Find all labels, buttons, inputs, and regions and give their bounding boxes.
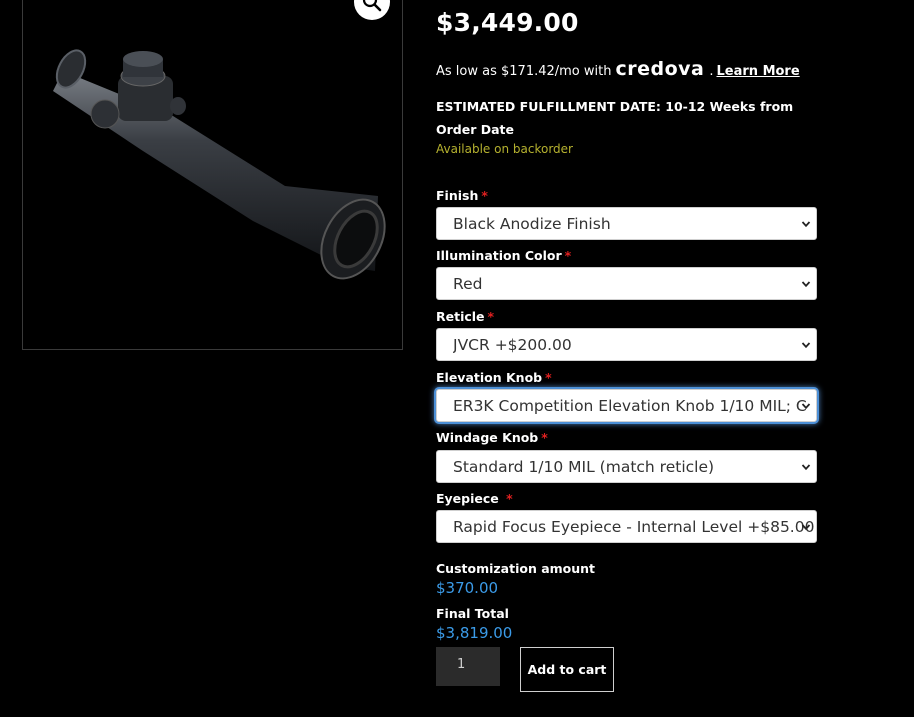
reticle-label-text: Reticle [436, 309, 485, 324]
add-to-cart-button[interactable]: Add to cart [520, 647, 614, 692]
required-marker: * [541, 430, 548, 445]
rifle-scope-image [53, 49, 386, 280]
chevron-down-icon [801, 523, 811, 530]
eyepiece-label-text: Eyepiece [436, 491, 504, 506]
availability-status: Available on backorder [436, 142, 573, 156]
illumination-color-label: Illumination Color * [436, 248, 571, 263]
windage-knob-label: Windage Knob * [436, 430, 548, 445]
windage-knob-select-value: Standard 1/10 MIL (match reticle) [453, 457, 715, 476]
product-price: $3,449.00 [436, 8, 579, 37]
eyepiece-select[interactable]: Rapid Focus Eyepiece - Internal Level +$… [436, 510, 817, 543]
finish-label: Finish * [436, 188, 488, 203]
finish-select-value: Black Anodize Finish [453, 214, 611, 233]
quantity-input[interactable]: 1 [436, 647, 500, 686]
eyepiece-select-value: Rapid Focus Eyepiece - Internal Level +$… [453, 517, 815, 536]
required-marker: * [545, 370, 552, 385]
windage-knob-label-text: Windage Knob [436, 430, 539, 445]
financing-separator: . [709, 64, 714, 79]
elevation-knob-label: Elevation Knob * [436, 370, 552, 385]
eyepiece-label: Eyepiece * [436, 491, 513, 506]
chevron-down-icon [801, 280, 811, 287]
product-page: $3,449.00 As low as $171.42/mo with cred… [0, 0, 914, 717]
illumination-color-label-text: Illumination Color [436, 248, 562, 263]
illumination-color-select[interactable]: Red [436, 267, 817, 300]
reticle-select-value: JVCR +$200.00 [453, 335, 572, 354]
customization-amount-label: Customization amount [436, 561, 596, 576]
financing-text: As low as $171.42/mo with [436, 64, 612, 79]
required-marker: * [564, 248, 572, 263]
chevron-down-icon [801, 341, 811, 348]
finish-select[interactable]: Black Anodize Finish [436, 207, 817, 240]
windage-knob-select[interactable]: Standard 1/10 MIL (match reticle) [436, 450, 817, 483]
required-marker: * [487, 309, 495, 324]
final-total-value: $3,819.00 [436, 624, 513, 642]
credova-logo: credova [615, 58, 705, 80]
chevron-down-icon [801, 463, 811, 470]
chevron-down-icon [801, 220, 811, 227]
elevation-knob-label-text: Elevation Knob [436, 370, 543, 385]
magnifier-icon [362, 0, 382, 12]
reticle-label: Reticle * [436, 309, 494, 324]
customization-amount-value: $370.00 [436, 579, 499, 597]
financing-line: As low as $171.42/mo with credova . Lear… [436, 58, 800, 80]
finish-label-text: Finish [436, 188, 479, 203]
elevation-knob-select-value: ER3K Competition Elevation Knob 1/10 MIL… [453, 396, 807, 415]
illumination-color-select-value: Red [453, 274, 483, 293]
chevron-down-icon [801, 402, 811, 409]
final-total-label: Final Total [436, 606, 509, 621]
learn-more-link[interactable]: Learn More [717, 64, 800, 79]
required-marker: * [481, 188, 488, 203]
product-image-frame [22, 0, 403, 350]
reticle-select[interactable]: JVCR +$200.00 [436, 328, 817, 361]
elevation-knob-select[interactable]: ER3K Competition Elevation Knob 1/10 MIL… [436, 389, 817, 422]
fulfillment-date: ESTIMATED FULFILLMENT DATE: 10-12 Weeks … [436, 99, 794, 137]
required-marker: * [506, 491, 513, 506]
